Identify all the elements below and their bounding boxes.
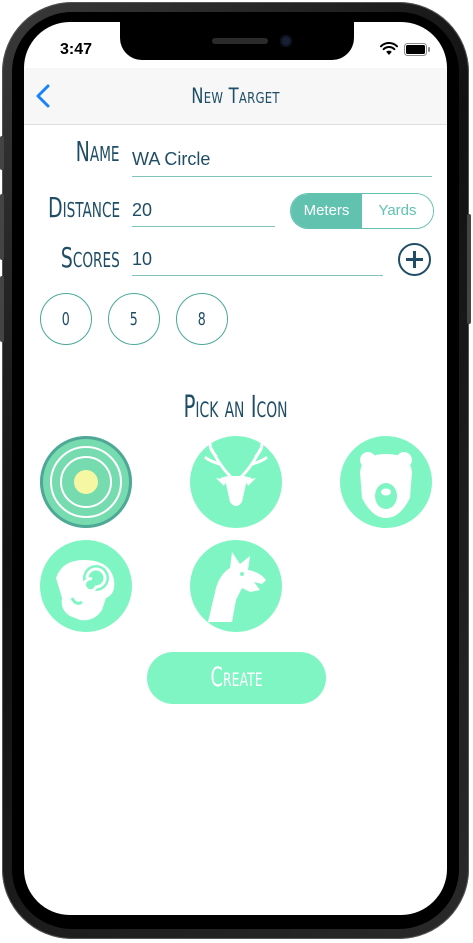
icon-option-wolf[interactable]: [190, 540, 282, 632]
wolf-icon: [208, 552, 266, 622]
back-button[interactable]: [32, 80, 56, 112]
app-screen: 3:47 New Target Name Distance M: [24, 22, 447, 915]
pick-icon-title: Pick an Icon: [183, 390, 288, 425]
create-button[interactable]: Create: [147, 652, 326, 704]
distance-field[interactable]: [132, 195, 275, 227]
deer-icon: [204, 442, 268, 506]
battery-icon: [404, 42, 430, 56]
score-chip[interactable]: 0: [40, 293, 92, 345]
create-label: Create: [210, 662, 263, 693]
distance-input[interactable]: [132, 195, 275, 226]
name-field[interactable]: [132, 142, 432, 177]
speaker-grille: [212, 38, 268, 44]
front-camera: [280, 35, 292, 47]
distance-label: Distance: [47, 191, 120, 224]
scores-input[interactable]: [132, 244, 383, 275]
name-input[interactable]: [132, 142, 432, 176]
mute-switch: [0, 136, 4, 170]
score-chip-label: 8: [197, 309, 207, 330]
unit-yards-segment[interactable]: Yards: [362, 194, 433, 228]
status-icons: [380, 42, 431, 56]
bear-icon: [360, 452, 412, 518]
notch: [120, 22, 354, 60]
icon-option-target[interactable]: [40, 436, 132, 528]
wifi-icon: [380, 42, 398, 55]
scores-field[interactable]: [132, 244, 383, 276]
chevron-left-icon: [36, 84, 50, 108]
status-time: 3:47: [60, 41, 93, 58]
navigation-bar: New Target: [24, 68, 447, 125]
power-button: [467, 214, 471, 324]
unit-meters-segment[interactable]: Meters: [291, 194, 362, 228]
unit-segmented-control[interactable]: Meters Yards: [290, 193, 434, 229]
add-score-button[interactable]: [398, 243, 431, 276]
page-title: New Target: [191, 84, 280, 108]
icon-option-bear[interactable]: [340, 436, 432, 528]
target-icon: [50, 446, 122, 518]
volume-up-button: [0, 194, 4, 260]
icon-option-ram[interactable]: [40, 540, 132, 632]
volume-down-button: [0, 276, 4, 342]
scores-label: Scores: [61, 241, 120, 274]
score-chip[interactable]: 8: [176, 293, 228, 345]
ram-icon: [56, 560, 115, 621]
score-chip[interactable]: 5: [108, 293, 160, 345]
score-chip-label: 5: [129, 309, 139, 330]
name-label: Name: [76, 135, 120, 168]
score-chip-label: 0: [61, 309, 71, 330]
icon-option-deer[interactable]: [190, 436, 282, 528]
